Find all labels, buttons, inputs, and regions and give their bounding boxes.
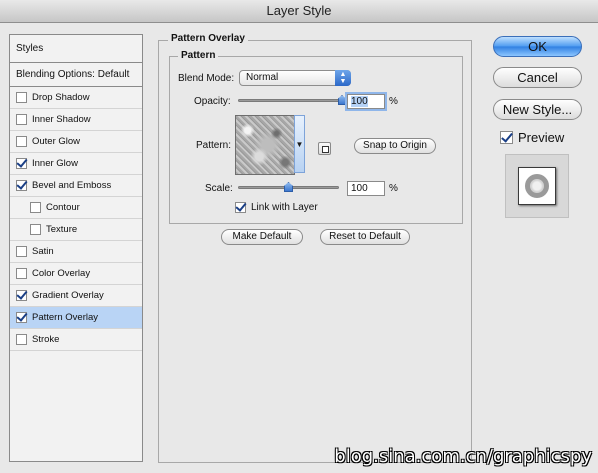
opacity-unit: % xyxy=(389,96,398,107)
new-preset-icon[interactable] xyxy=(318,142,331,155)
opacity-input[interactable]: 100 xyxy=(347,94,385,109)
style-item-label: Outer Glow xyxy=(32,136,81,147)
styles-header[interactable]: Styles xyxy=(10,35,142,63)
style-item-label: Texture xyxy=(46,224,78,235)
style-item-checkbox[interactable] xyxy=(16,334,27,345)
style-item-checkbox[interactable] xyxy=(16,158,27,169)
style-item-label: Inner Glow xyxy=(32,158,78,169)
scale-label: Scale: xyxy=(205,183,233,194)
style-item[interactable]: Satin xyxy=(10,241,142,263)
style-preview xyxy=(505,154,569,218)
link-with-layer-checkbox[interactable] xyxy=(235,202,246,213)
opacity-label: Opacity: xyxy=(194,96,231,107)
link-with-layer-label: Link with Layer xyxy=(251,202,318,213)
style-item-checkbox[interactable] xyxy=(16,136,27,147)
style-item[interactable]: Outer Glow xyxy=(10,131,142,153)
blend-mode-select[interactable]: Normal ▲ ▼ xyxy=(239,70,351,86)
panel-title: Pattern Overlay xyxy=(168,33,248,44)
preview-thumbnail xyxy=(518,167,556,205)
pattern-label: Pattern: xyxy=(196,140,232,151)
style-item[interactable]: Contour xyxy=(10,197,142,219)
style-item[interactable]: Stroke xyxy=(10,329,142,351)
styles-list: Styles Blending Options: Default Drop Sh… xyxy=(9,34,143,462)
style-item[interactable]: Inner Glow xyxy=(10,153,142,175)
style-item[interactable]: Texture xyxy=(10,219,142,241)
style-item[interactable]: Bevel and Emboss xyxy=(10,175,142,197)
ok-button[interactable]: OK xyxy=(493,36,582,57)
reset-to-default-button[interactable]: Reset to Default xyxy=(320,229,410,245)
group-title: Pattern xyxy=(178,50,219,61)
style-item-checkbox[interactable] xyxy=(30,202,41,213)
blend-mode-value: Normal xyxy=(246,72,279,83)
style-item-label: Inner Shadow xyxy=(32,114,91,125)
blending-options-item[interactable]: Blending Options: Default xyxy=(10,63,142,87)
preview-label: Preview xyxy=(518,130,565,145)
opacity-value: 100 xyxy=(351,96,368,107)
style-item[interactable]: Pattern Overlay xyxy=(10,307,142,329)
cancel-button[interactable]: Cancel xyxy=(493,67,582,88)
style-item-label: Pattern Overlay xyxy=(32,312,98,323)
scale-value: 100 xyxy=(351,183,368,194)
style-item[interactable]: Color Overlay xyxy=(10,263,142,285)
style-item[interactable]: Gradient Overlay xyxy=(10,285,142,307)
style-item-checkbox[interactable] xyxy=(30,224,41,235)
preview-checkbox[interactable] xyxy=(500,131,513,144)
style-item-label: Bevel and Emboss xyxy=(32,180,112,191)
window-title: Layer Style xyxy=(0,0,598,23)
opacity-slider[interactable] xyxy=(238,99,342,102)
pattern-swatch[interactable] xyxy=(235,115,295,175)
up-down-arrows-icon: ▲ ▼ xyxy=(335,70,351,86)
style-item-checkbox[interactable] xyxy=(16,312,27,323)
style-item-checkbox[interactable] xyxy=(16,92,27,103)
snap-to-origin-button[interactable]: Snap to Origin xyxy=(354,138,436,154)
style-item-checkbox[interactable] xyxy=(16,180,27,191)
style-item[interactable]: Inner Shadow xyxy=(10,109,142,131)
style-item-label: Stroke xyxy=(32,334,60,345)
watermark: blog.sina.com.cn/graphicspy xyxy=(334,446,592,467)
style-item-checkbox[interactable] xyxy=(16,290,27,301)
style-item-checkbox[interactable] xyxy=(16,246,27,257)
make-default-button[interactable]: Make Default xyxy=(221,229,303,245)
style-item[interactable]: Drop Shadow xyxy=(10,87,142,109)
pattern-picker-arrow-icon[interactable]: ▼ xyxy=(294,115,305,173)
style-item-label: Drop Shadow xyxy=(32,92,90,103)
style-item-checkbox[interactable] xyxy=(16,268,27,279)
link-with-layer-row[interactable]: Link with Layer xyxy=(235,202,318,213)
style-item-label: Satin xyxy=(32,246,54,257)
preview-row[interactable]: Preview xyxy=(500,130,564,145)
scale-unit: % xyxy=(389,183,398,194)
style-item-label: Contour xyxy=(46,202,80,213)
scale-input[interactable]: 100 xyxy=(347,181,385,196)
style-item-checkbox[interactable] xyxy=(16,114,27,125)
style-item-label: Color Overlay xyxy=(32,268,91,279)
style-item-label: Gradient Overlay xyxy=(32,290,104,301)
blend-mode-label: Blend Mode: xyxy=(178,73,235,84)
new-style-button[interactable]: New Style... xyxy=(493,99,582,120)
